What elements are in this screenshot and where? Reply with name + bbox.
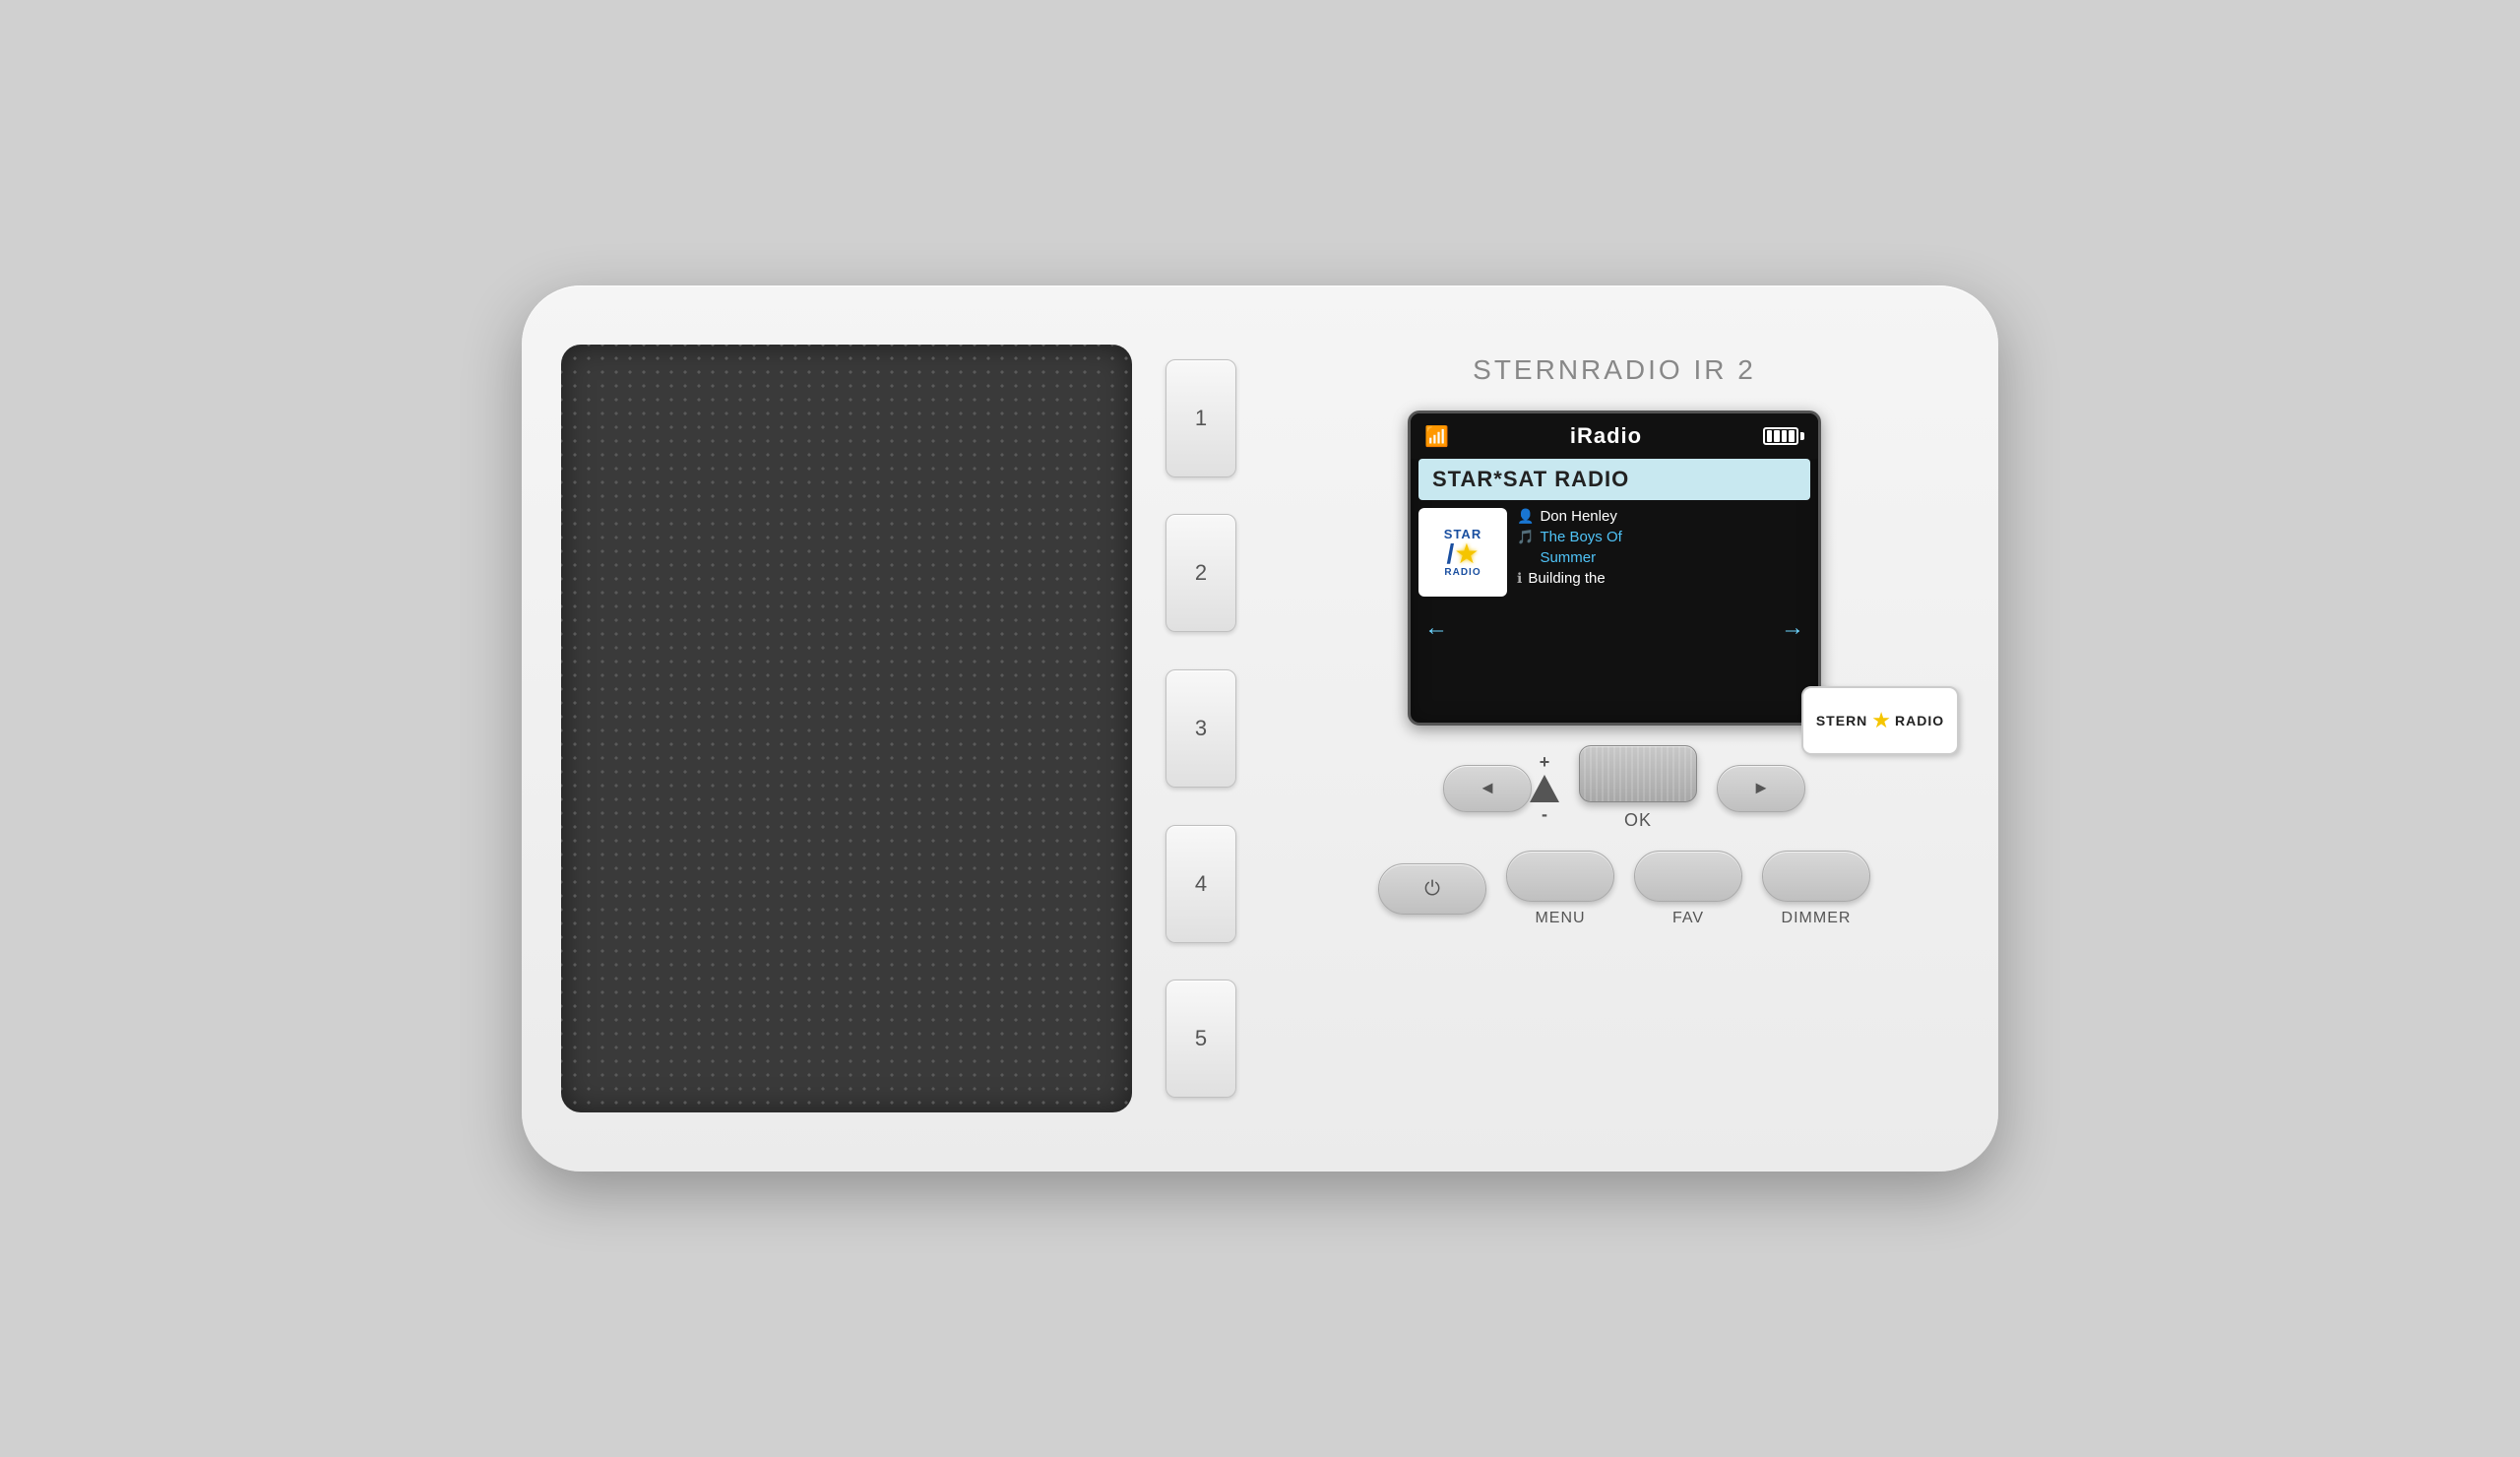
- artist-icon: 👤: [1517, 508, 1534, 525]
- badge-radio-text: RADIO: [1895, 713, 1944, 728]
- controls-row-2: ⏻ MENU FAV DIMMER: [1290, 851, 1959, 927]
- controls-row-1: ◄ + - OK ►: [1290, 745, 1959, 831]
- speaker-grille: [561, 345, 1132, 1112]
- power-btn-col: ⏻: [1378, 863, 1486, 915]
- station-logo: STAR / ★ RADIO: [1418, 508, 1507, 597]
- dimmer-label: DIMMER: [1782, 910, 1852, 927]
- menu-label: MENU: [1535, 910, 1585, 927]
- song-row-1: 🎵 The Boys Of: [1517, 529, 1622, 545]
- preset-button-2[interactable]: 2: [1166, 514, 1236, 632]
- preset-button-3[interactable]: 3: [1166, 669, 1236, 788]
- screen-left-arrow[interactable]: ←: [1424, 614, 1448, 642]
- artist-name: Don Henley: [1540, 508, 1616, 525]
- screen-content: STAR / ★ RADIO 👤 Don Henley: [1411, 500, 1818, 604]
- right-panel: STERNRADIO IR 2 📶 iRadio STAR*SAT: [1270, 345, 1959, 1112]
- vol-plus-label: +: [1540, 752, 1550, 773]
- next-track: Building the: [1528, 570, 1605, 587]
- preset-column: 1 2 3 4 5: [1162, 345, 1240, 1112]
- screen-header: 📶 iRadio: [1411, 413, 1818, 459]
- next-icon: ℹ: [1517, 570, 1522, 587]
- screen-mode: iRadio: [1570, 423, 1642, 449]
- station-name: STAR*SAT RADIO: [1418, 459, 1810, 500]
- music-icon-1: 🎵: [1517, 529, 1534, 545]
- screen-right-arrow[interactable]: →: [1781, 614, 1804, 642]
- volume-indicator: + -: [1530, 752, 1559, 825]
- badge-star-icon: ★: [1871, 708, 1891, 733]
- dimmer-btn-col: DIMMER: [1762, 851, 1870, 927]
- nav-right-button[interactable]: ►: [1717, 765, 1805, 812]
- brand-title: STERNRADIO IR 2: [1473, 354, 1756, 386]
- song-line-2: Summer: [1540, 549, 1596, 566]
- screen-footer[interactable]: ← →: [1411, 608, 1818, 648]
- preset-button-1[interactable]: 1: [1166, 359, 1236, 477]
- left-arrow-icon: ◄: [1479, 778, 1496, 798]
- controls-area: STERN ★ RADIO ◄ + -: [1270, 745, 1959, 927]
- fav-button[interactable]: [1634, 851, 1742, 902]
- song-row-2: 🎵 Summer: [1517, 549, 1622, 566]
- ok-label: OK: [1624, 810, 1652, 831]
- right-arrow-icon: ►: [1752, 778, 1770, 798]
- next-track-row: ℹ Building the: [1517, 570, 1622, 587]
- sternradio-logo-badge: STERN ★ RADIO: [1801, 686, 1959, 755]
- display-screen: 📶 iRadio STAR*SAT RADIO: [1408, 411, 1821, 726]
- wifi-icon: 📶: [1424, 424, 1449, 449]
- menu-button[interactable]: [1506, 851, 1614, 902]
- power-icon: ⏻: [1424, 878, 1440, 901]
- song-line-1: The Boys Of: [1540, 529, 1621, 545]
- power-button[interactable]: ⏻: [1378, 863, 1486, 915]
- badge-stern-text: STERN: [1816, 713, 1867, 728]
- ok-button[interactable]: [1579, 745, 1697, 802]
- fav-label: FAV: [1672, 910, 1704, 927]
- logo-star-symbol: ★: [1454, 540, 1479, 568]
- artist-row: 👤 Don Henley: [1517, 508, 1622, 525]
- preset-button-4[interactable]: 4: [1166, 825, 1236, 943]
- radio-device: 1 2 3 4 5 STERNRADIO IR 2 📶 iRadio: [522, 285, 1998, 1172]
- track-info: 👤 Don Henley 🎵 The Boys Of 🎵 Summer ℹ Bu…: [1517, 508, 1622, 587]
- battery-icon: [1763, 427, 1804, 445]
- fav-btn-col: FAV: [1634, 851, 1742, 927]
- dimmer-button[interactable]: [1762, 851, 1870, 902]
- preset-button-5[interactable]: 5: [1166, 980, 1236, 1098]
- vol-triangle: [1530, 775, 1559, 802]
- logo-radio-text: RADIO: [1444, 568, 1480, 578]
- nav-left-button[interactable]: ◄: [1443, 765, 1532, 812]
- vol-minus-label: -: [1542, 804, 1547, 825]
- speaker-dots: [561, 345, 1132, 1112]
- menu-btn-col: MENU: [1506, 851, 1614, 927]
